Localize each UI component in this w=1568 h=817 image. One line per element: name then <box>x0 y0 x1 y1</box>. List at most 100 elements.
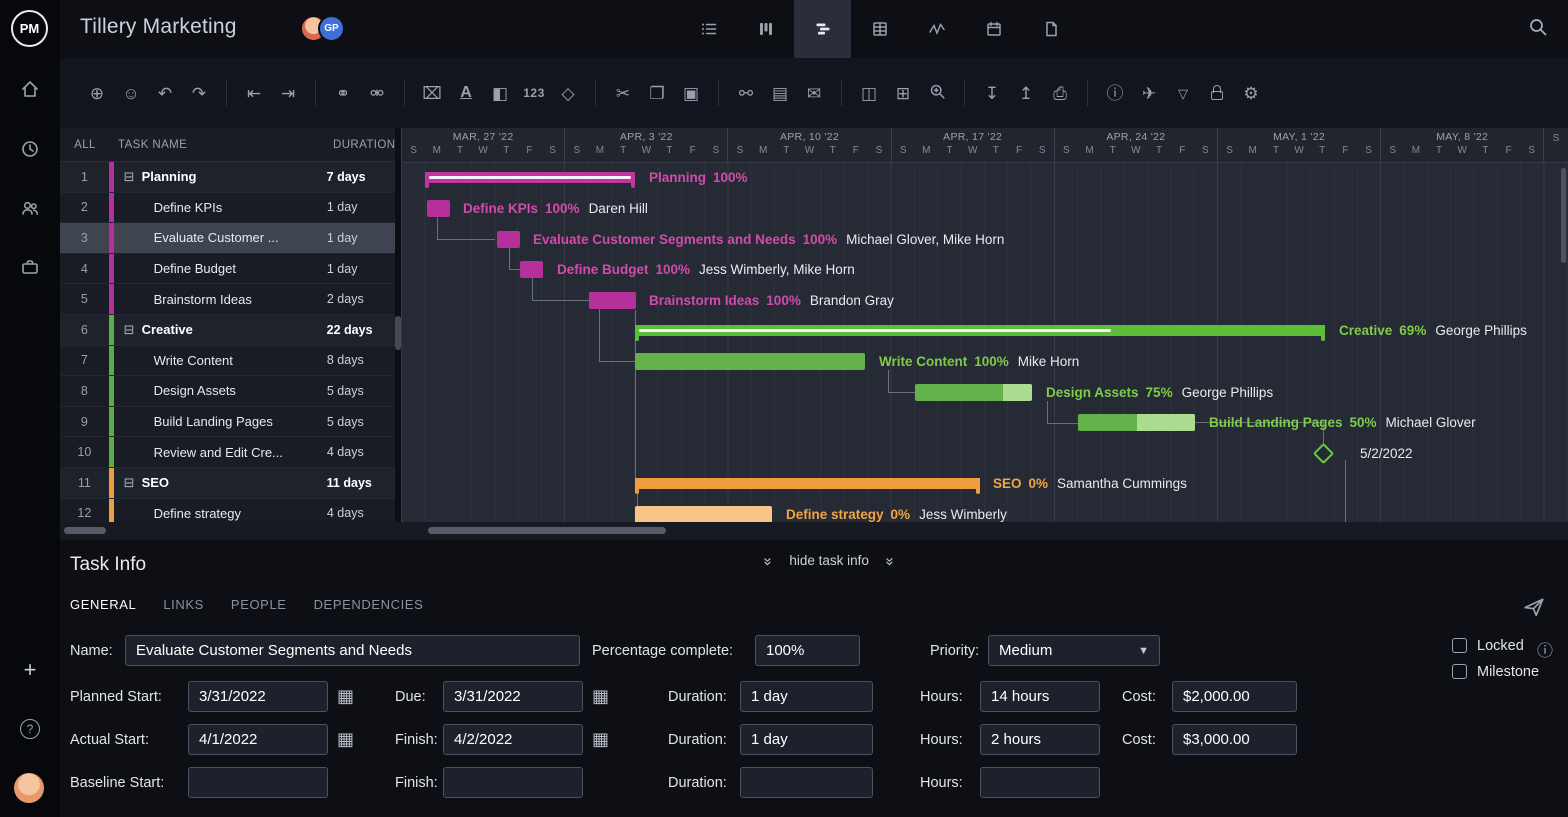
tab-board-view[interactable] <box>737 0 794 58</box>
grid-horizontal-scrollbar[interactable] <box>64 527 106 534</box>
member-avatar-badge[interactable]: GP <box>318 15 345 42</box>
gantt-bar-define-budget[interactable] <box>520 261 543 278</box>
gantt-bar-planning[interactable] <box>425 172 635 183</box>
task-row-define-kpis[interactable]: 2 Define KPIs 1 day <box>60 193 395 224</box>
calendar-icon[interactable]: ▦ <box>337 687 354 705</box>
attachment-icon[interactable]: ⚯ <box>729 85 763 102</box>
fill-color-icon[interactable]: ◧ <box>483 85 517 102</box>
priority-select[interactable]: Medium▼ <box>988 635 1160 666</box>
name-input[interactable] <box>125 635 580 666</box>
task-row-creative[interactable]: 6 Creative 22 days <box>60 315 395 346</box>
panel-resize-handle[interactable] <box>395 316 401 350</box>
delete-icon[interactable]: ⌧ <box>415 85 449 102</box>
member-avatars[interactable]: GP <box>300 15 345 43</box>
filter-icon[interactable]: ▽ <box>1166 87 1200 100</box>
task-row-review-and-edit[interactable]: 10 Review and Edit Cre... 4 days <box>60 437 395 468</box>
table-icon[interactable]: ⊞ <box>886 85 920 102</box>
tab-calendar-view[interactable] <box>965 0 1022 58</box>
finish-input[interactable] <box>443 724 583 755</box>
gantt-bar-define-kpis[interactable] <box>427 200 450 217</box>
milestone-diamond[interactable] <box>1313 443 1334 464</box>
task-row-write-content[interactable]: 7 Write Content 8 days <box>60 346 395 377</box>
collapse-icon[interactable] <box>124 475 142 491</box>
import-icon[interactable]: ↧ <box>975 85 1009 102</box>
team-icon[interactable] <box>0 191 60 225</box>
planned-start-input[interactable] <box>188 681 328 712</box>
redo-icon[interactable]: ↷ <box>182 85 216 102</box>
tab-dependencies[interactable]: DEPENDENCIES <box>314 597 424 612</box>
recent-clock-icon[interactable] <box>0 132 60 166</box>
assign-user-icon[interactable]: ☺ <box>114 85 148 102</box>
settings-gear-icon[interactable]: ⚙ <box>1234 85 1268 102</box>
calendar-icon[interactable]: ▦ <box>592 730 609 748</box>
cut-icon[interactable]: ✂ <box>606 85 640 102</box>
add-icon[interactable]: + <box>0 653 60 687</box>
lock-icon[interactable] <box>1200 84 1234 103</box>
task-row-define-budget[interactable]: 4 Define Budget 1 day <box>60 254 395 285</box>
gantt-vertical-scrollbar[interactable] <box>1561 168 1566 263</box>
portfolio-icon[interactable] <box>0 250 60 284</box>
baseline-start-input[interactable] <box>188 767 328 798</box>
actual-cost-input[interactable] <box>1172 724 1297 755</box>
baseline-duration-input[interactable] <box>740 767 873 798</box>
tab-doc-view[interactable] <box>1022 0 1079 58</box>
column-duration[interactable]: DURATION <box>333 139 395 151</box>
actual-duration-input[interactable] <box>740 724 873 755</box>
duration-input[interactable] <box>740 681 873 712</box>
baseline-finish-input[interactable] <box>443 767 583 798</box>
help-icon[interactable]: ? <box>0 712 60 746</box>
hours-input[interactable] <box>980 681 1100 712</box>
gantt-bar-evaluate-customer[interactable] <box>497 231 520 248</box>
gantt-bar-creative[interactable] <box>635 325 1325 336</box>
calendar-icon[interactable]: ▦ <box>337 730 354 748</box>
baseline-hours-input[interactable] <box>980 767 1100 798</box>
search-icon[interactable] <box>1528 17 1548 42</box>
outdent-icon[interactable]: ⇤ <box>237 85 271 102</box>
copy-icon[interactable]: ❐ <box>640 85 674 102</box>
percentage-complete-input[interactable] <box>755 635 860 666</box>
due-input[interactable] <box>443 681 583 712</box>
export-icon[interactable]: ↥ <box>1009 85 1043 102</box>
home-icon[interactable] <box>0 72 60 106</box>
share-icon[interactable]: ✈ <box>1132 85 1166 102</box>
columns-icon[interactable]: ◫ <box>852 85 886 102</box>
send-plane-icon[interactable] <box>1523 596 1545 623</box>
font-color-icon[interactable]: A <box>449 85 483 101</box>
actual-start-input[interactable] <box>188 724 328 755</box>
tab-list-view[interactable] <box>680 0 737 58</box>
column-task-name[interactable]: TASK NAME <box>110 139 333 151</box>
cost-input[interactable] <box>1172 681 1297 712</box>
locked-info-icon[interactable]: ⓘ <box>1537 637 1553 661</box>
gantt-bar-brainstorm-ideas[interactable] <box>589 292 636 309</box>
undo-icon[interactable]: ↶ <box>148 85 182 102</box>
comment-icon[interactable]: ✉ <box>797 85 831 102</box>
gantt-bar-seo[interactable] <box>635 478 980 489</box>
task-row-define-strategy[interactable]: 12 Define strategy 4 days <box>60 499 395 522</box>
zoom-icon[interactable] <box>920 83 954 103</box>
task-row-brainstorm-ideas[interactable]: 5 Brainstorm Ideas 2 days <box>60 284 395 315</box>
task-row-design-assets[interactable]: 8 Design Assets 5 days <box>60 376 395 407</box>
numbering-icon[interactable]: 123 <box>517 87 551 99</box>
paste-icon[interactable]: ▣ <box>674 85 708 102</box>
link-tasks-icon[interactable]: ⚭ <box>326 85 360 102</box>
task-row-seo[interactable]: 11 SEO 11 days <box>60 468 395 499</box>
calendar-icon[interactable]: ▦ <box>592 687 609 705</box>
task-row-planning[interactable]: 1 Planning 7 days <box>60 162 395 193</box>
tab-links[interactable]: LINKS <box>163 597 204 612</box>
add-task-icon[interactable]: ⊕ <box>80 85 114 102</box>
locked-checkbox[interactable] <box>1452 638 1467 653</box>
milestone-icon[interactable]: ◇ <box>551 85 585 102</box>
collapse-icon[interactable] <box>124 169 142 185</box>
task-row-evaluate-customer[interactable]: 3 Evaluate Customer ... 1 day <box>60 223 395 254</box>
tab-sheet-view[interactable] <box>851 0 908 58</box>
gantt-bar-build-landing-pages[interactable] <box>1078 414 1195 431</box>
unlink-tasks-icon[interactable]: ⚮ <box>360 85 394 102</box>
gantt-bar-design-assets[interactable] <box>915 384 1032 401</box>
collapse-icon[interactable] <box>124 322 142 338</box>
user-avatar[interactable] <box>14 773 44 803</box>
print-icon[interactable]: ⎙ <box>1043 85 1077 102</box>
milestone-checkbox[interactable] <box>1452 664 1467 679</box>
gantt-bar-define-strategy[interactable] <box>635 506 772 522</box>
tab-activity-view[interactable] <box>908 0 965 58</box>
hide-task-info-toggle[interactable]: » hide task info » <box>765 552 893 569</box>
